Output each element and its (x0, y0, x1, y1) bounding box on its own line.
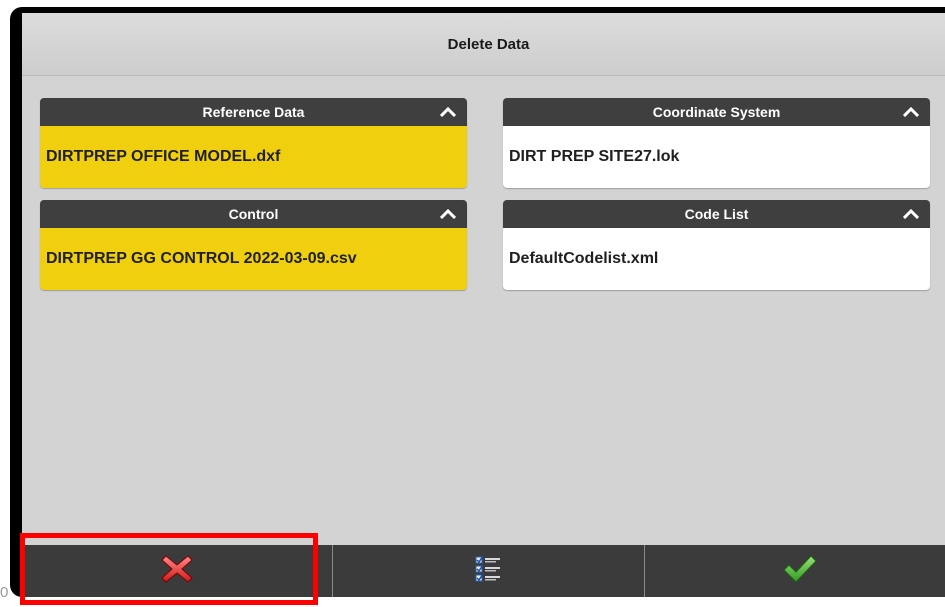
edge-text: 0 (0, 584, 9, 601)
code-list-panel: Code List DefaultCodelist.xml (503, 200, 930, 290)
coordinate-system-item[interactable]: DIRT PREP SITE27.lok (503, 126, 930, 188)
red-x-icon (160, 554, 194, 589)
dialog: Delete Data Reference Data DIRTPREP OFFI… (22, 13, 945, 597)
cancel-button[interactable] (22, 545, 334, 597)
reference-data-item[interactable]: DIRTPREP OFFICE MODEL.dxf (40, 126, 467, 188)
reference-data-panel: Reference Data DIRTPREP OFFICE MODEL.dxf (40, 98, 467, 188)
chevron-up-icon[interactable] (900, 104, 922, 120)
code-list-header[interactable]: Code List (503, 200, 930, 228)
coordinate-system-header[interactable]: Coordinate System (503, 98, 930, 126)
dialog-title: Delete Data (22, 13, 945, 76)
select-all-button[interactable] (333, 545, 645, 597)
reference-data-header[interactable]: Reference Data (40, 98, 467, 126)
control-header[interactable]: Control (40, 200, 467, 228)
chevron-up-icon[interactable] (900, 206, 922, 222)
control-panel: Control DIRTPREP GG CONTROL 2022-03-09.c… (40, 200, 467, 290)
coordinate-system-title: Coordinate System (652, 104, 781, 120)
chevron-up-icon[interactable] (437, 206, 459, 222)
code-list-item[interactable]: DefaultCodelist.xml (503, 228, 930, 290)
control-item[interactable]: DIRTPREP GG CONTROL 2022-03-09.csv (40, 228, 467, 290)
chevron-up-icon[interactable] (437, 104, 459, 120)
checklist-icon (474, 555, 502, 588)
green-check-icon (782, 554, 818, 589)
coordinate-system-panel: Coordinate System DIRT PREP SITE27.lok (503, 98, 930, 188)
control-title: Control (228, 206, 279, 222)
reference-data-title: Reference Data (202, 104, 305, 120)
code-list-title: Code List (684, 206, 749, 222)
device-screen: Delete Data Reference Data DIRTPREP OFFI… (10, 7, 945, 597)
bottom-toolbar (22, 545, 945, 597)
confirm-button[interactable] (645, 545, 945, 597)
